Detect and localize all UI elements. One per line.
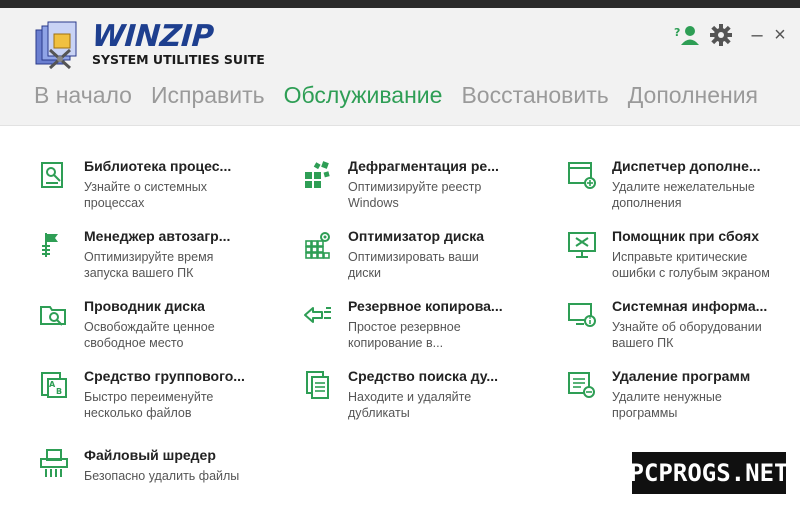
tool-description: Узнайте об оборудовании вашего ПК <box>612 320 762 350</box>
svg-text:?: ? <box>674 26 680 39</box>
tool-registry-defrag[interactable]: Дефрагментация ре... Оптимизируйте реест… <box>302 157 538 217</box>
tool-title: Проводник диска <box>84 298 205 314</box>
tool-description: Быстро переименуйте несколько файлов <box>84 390 214 420</box>
tool-uninstaller[interactable]: Удаление программ Удалите ненужные прогр… <box>566 367 800 427</box>
tool-batch-rename[interactable]: A B Средство группового... Быстро переим… <box>38 367 274 427</box>
tab-restore[interactable]: Восстановить <box>461 82 608 109</box>
tool-process-library[interactable]: Библиотека процес... Узнайте о системных… <box>38 157 274 217</box>
tool-description: Освобождайте ценное свободное место <box>84 320 215 350</box>
winzip-logo-icon <box>35 21 77 70</box>
tool-system-info[interactable]: Системная информа... Узнайте об оборудов… <box>566 297 800 357</box>
tool-description: Удалите ненужные программы <box>612 390 722 420</box>
tool-title: Дефрагментация ре... <box>348 158 499 174</box>
tool-description: Удалите нежелательные дополнения <box>612 180 755 210</box>
disk-explorer-icon <box>40 306 66 326</box>
watermark: PCPROGS.NET <box>630 452 788 494</box>
app-window: WINZIP SYSTEM UTILITIES SUITE ? – × В на… <box>0 8 800 512</box>
uninstaller-icon <box>568 372 595 398</box>
brand-name: WINZIP <box>90 19 215 54</box>
main-nav: В начало Исправить Обслуживание Восстано… <box>34 82 777 109</box>
backup-icon <box>304 307 331 323</box>
tab-addons[interactable]: Дополнения <box>628 82 758 109</box>
tool-disk-explorer[interactable]: Проводник диска Освобождайте ценное своб… <box>38 297 274 357</box>
svg-text:A: A <box>49 380 56 389</box>
tool-description: Исправьте критические ошибки с голубым э… <box>612 250 770 280</box>
tool-file-shredder[interactable]: Файловый шредер Безопасно удалить файлы <box>38 446 274 506</box>
settings-button[interactable] <box>708 22 734 48</box>
close-button[interactable]: × <box>770 22 790 48</box>
brand-subtitle: SYSTEM UTILITIES SUITE <box>92 52 265 67</box>
tool-title: Средство поиска ду... <box>348 368 499 384</box>
help-user-icon: ? <box>674 26 699 45</box>
tool-startup-manager[interactable]: Менеджер автозагр... Оптимизируйте время… <box>38 227 274 287</box>
tool-title: Средство группового... <box>84 368 245 384</box>
header: WINZIP SYSTEM UTILITIES SUITE ? – × В на… <box>0 8 800 126</box>
tool-description: Оптимизируйте время запуска вашего ПК <box>84 250 214 280</box>
minimize-button[interactable]: – <box>747 22 767 48</box>
addon-manager-icon <box>568 162 596 189</box>
tool-description: Простое резервное копирование в... <box>348 320 461 350</box>
tool-disk-optimizer[interactable]: Оптимизатор диска Оптимизировать ваши ди… <box>302 227 538 287</box>
brand: WINZIP SYSTEM UTILITIES SUITE <box>90 19 265 67</box>
tool-title: Удаление программ <box>612 368 751 384</box>
tool-title: Файловый шредер <box>84 447 216 463</box>
tab-fix[interactable]: Исправить <box>151 82 265 109</box>
tool-description: Безопасно удалить файлы <box>84 469 240 483</box>
tool-title: Системная информа... <box>612 298 768 314</box>
tab-home[interactable]: В начало <box>34 82 132 109</box>
tab-maintenance[interactable]: Обслуживание <box>284 82 443 109</box>
tool-addon-manager[interactable]: Диспетчер дополне... Удалите нежелательн… <box>566 157 800 217</box>
tool-description: Узнайте о системных процессах <box>84 180 207 210</box>
tool-description: Оптимизируйте реестр Windows <box>348 180 482 210</box>
tool-description: Оптимизировать ваши диски <box>348 250 479 280</box>
registry-defrag-icon <box>305 161 330 188</box>
duplicate-finder-icon <box>306 371 329 399</box>
tool-title: Оптимизатор диска <box>348 228 485 244</box>
gear-icon <box>710 24 732 46</box>
file-shredder-icon <box>40 449 68 477</box>
tool-title: Резервное копирова... <box>348 298 503 314</box>
crash-helper-icon <box>568 232 596 258</box>
tool-crash-helper[interactable]: Помощник при сбоях Исправьте критические… <box>566 227 800 287</box>
disk-optimizer-icon <box>305 232 330 259</box>
system-info-icon <box>568 303 596 327</box>
process-library-icon <box>41 162 63 188</box>
help-button[interactable]: ? <box>672 22 702 48</box>
tool-title: Помощник при сбоях <box>612 228 759 244</box>
startup-manager-icon <box>42 233 58 257</box>
tool-title: Библиотека процес... <box>84 158 232 174</box>
tool-description: Находите и удаляйте дубликаты <box>348 390 472 420</box>
tool-duplicate-finder[interactable]: Средство поиска ду... Находите и удаляйт… <box>302 367 538 427</box>
tool-backup[interactable]: Резервное копирова... Простое резервное … <box>302 297 538 357</box>
batch-rename-icon: A B <box>41 372 67 398</box>
tool-title: Диспетчер дополне... <box>612 158 761 174</box>
svg-text:B: B <box>56 387 62 396</box>
tool-title: Менеджер автозагр... <box>84 228 231 244</box>
